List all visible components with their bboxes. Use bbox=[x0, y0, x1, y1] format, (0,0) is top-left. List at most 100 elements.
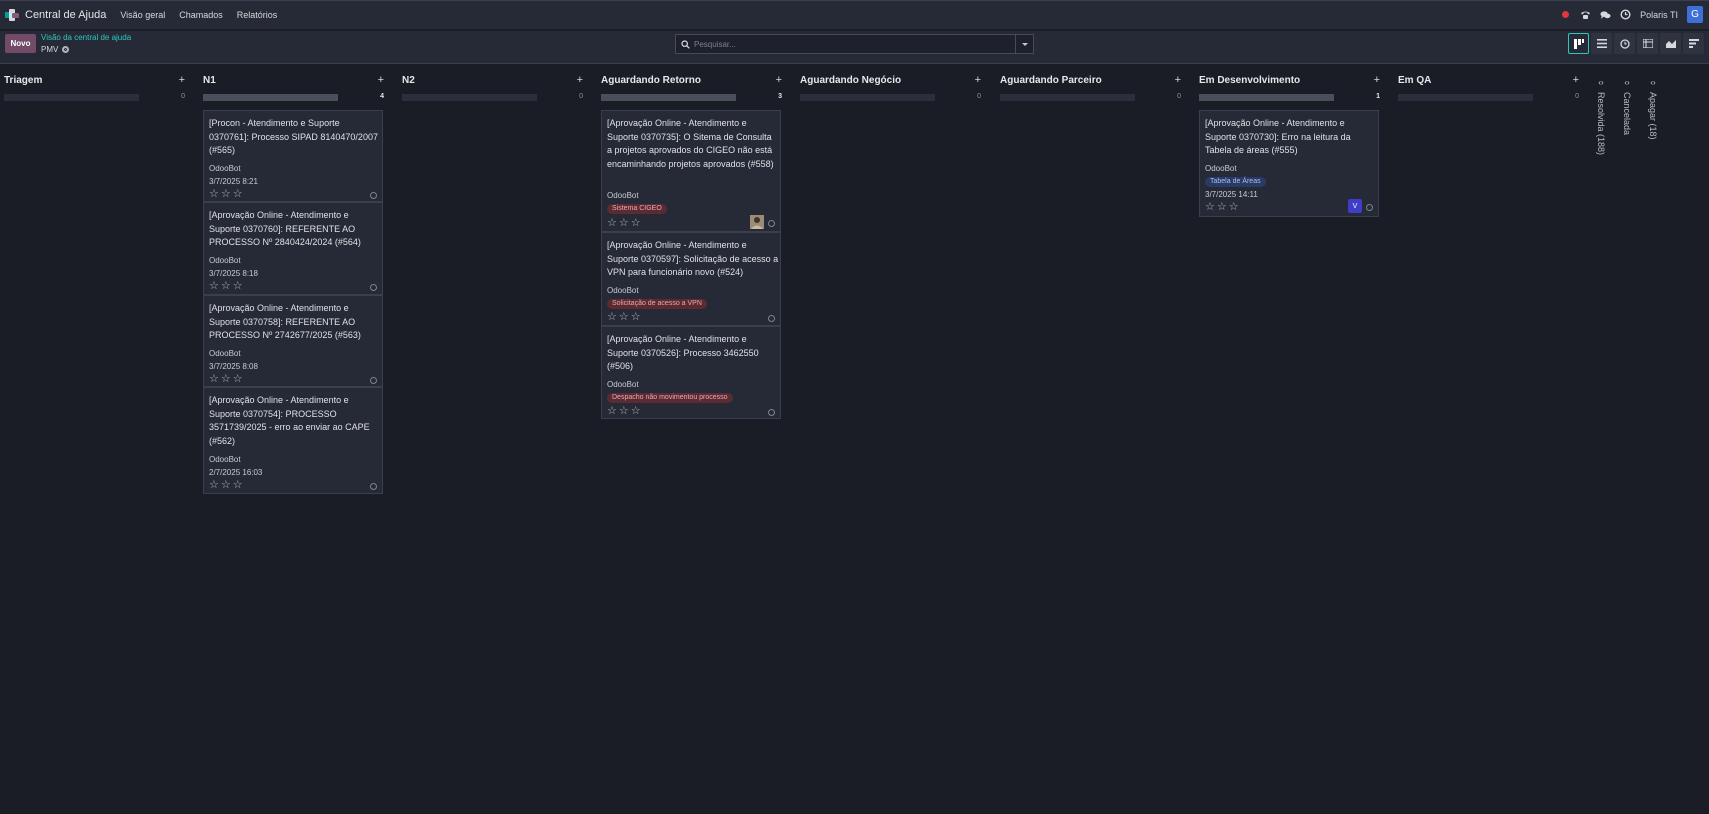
star-icon[interactable]: ☆ bbox=[209, 480, 219, 491]
ticket-card[interactable]: [Aprovação Online - Atendimento e Suport… bbox=[203, 202, 383, 295]
column-title[interactable]: Aguardando Parceiro bbox=[1000, 75, 1102, 86]
ticket-card[interactable]: [Aprovação Online - Atendimento e Suport… bbox=[601, 326, 781, 419]
status-circle-icon[interactable] bbox=[768, 409, 775, 416]
ticket-tag[interactable]: Solicitação de acesso a VPN bbox=[607, 299, 707, 309]
breadcrumb-parent[interactable]: Visão da central de ajuda bbox=[41, 33, 131, 42]
menu-visao-geral[interactable]: Visão geral bbox=[120, 10, 165, 20]
column-title[interactable]: Aguardando Negócio bbox=[800, 75, 901, 86]
folded-column-resolvida[interactable]: ‹› Resolvida (188) bbox=[1591, 78, 1611, 155]
ticket-card[interactable]: [Aprovação Online - Atendimento e Suport… bbox=[1199, 110, 1379, 217]
priority-stars[interactable]: ☆ ☆ ☆ bbox=[607, 218, 641, 229]
expand-arrows-icon[interactable]: ‹› bbox=[1591, 78, 1611, 87]
star-icon[interactable]: ☆ bbox=[233, 374, 243, 385]
star-icon[interactable]: ☆ bbox=[631, 218, 641, 229]
search-options-toggle[interactable] bbox=[1015, 35, 1033, 53]
column-progress-bar[interactable] bbox=[800, 94, 935, 101]
user-avatar[interactable]: G bbox=[1687, 6, 1703, 23]
assignee-avatar[interactable]: V bbox=[1348, 199, 1362, 213]
menu-chamados[interactable]: Chamados bbox=[179, 10, 223, 20]
priority-stars[interactable]: ☆ ☆ ☆ bbox=[1205, 202, 1239, 213]
ticket-tag[interactable]: Tabela de Áreas bbox=[1205, 177, 1266, 187]
status-circle-icon[interactable] bbox=[370, 483, 377, 490]
star-icon[interactable]: ☆ bbox=[619, 312, 629, 323]
add-card-button[interactable]: + bbox=[1175, 74, 1181, 86]
star-icon[interactable]: ☆ bbox=[619, 406, 629, 417]
ticket-tag[interactable]: Sistema CIGEO bbox=[607, 204, 667, 214]
star-icon[interactable]: ☆ bbox=[233, 189, 243, 200]
status-circle-icon[interactable] bbox=[1366, 204, 1373, 211]
star-icon[interactable]: ☆ bbox=[209, 189, 219, 200]
star-icon[interactable]: ☆ bbox=[221, 189, 231, 200]
menu-relatorios[interactable]: Relatórios bbox=[237, 10, 278, 20]
app-title[interactable]: Central de Ajuda bbox=[25, 9, 106, 21]
column-title[interactable]: Aguardando Retorno bbox=[601, 75, 701, 86]
star-icon[interactable]: ☆ bbox=[209, 374, 219, 385]
list-view-button[interactable] bbox=[1591, 33, 1612, 54]
star-icon[interactable]: ☆ bbox=[233, 281, 243, 292]
star-icon[interactable]: ☆ bbox=[607, 218, 617, 229]
expand-arrows-icon[interactable]: ‹› bbox=[1617, 78, 1637, 87]
helpdesk-app-icon[interactable] bbox=[5, 8, 19, 21]
graph-view-button[interactable] bbox=[1660, 33, 1681, 54]
ticket-card[interactable]: [Aprovação Online - Atendimento e Suport… bbox=[203, 295, 383, 387]
star-icon[interactable]: ☆ bbox=[221, 374, 231, 385]
star-icon[interactable]: ☆ bbox=[631, 312, 641, 323]
gear-icon[interactable] bbox=[62, 46, 70, 53]
star-icon[interactable]: ☆ bbox=[209, 281, 219, 292]
clock-icon[interactable] bbox=[1620, 9, 1631, 20]
star-icon[interactable]: ☆ bbox=[221, 480, 231, 491]
column-title[interactable]: Triagem bbox=[4, 75, 42, 86]
column-progress-bar[interactable] bbox=[402, 94, 537, 101]
star-icon[interactable]: ☆ bbox=[233, 480, 243, 491]
column-title[interactable]: Em QA bbox=[1398, 75, 1431, 86]
star-icon[interactable]: ☆ bbox=[607, 312, 617, 323]
star-icon[interactable]: ☆ bbox=[1205, 202, 1215, 213]
priority-stars[interactable]: ☆ ☆ ☆ bbox=[209, 374, 243, 385]
status-circle-icon[interactable] bbox=[768, 315, 775, 322]
activity-view-button[interactable] bbox=[1614, 33, 1635, 54]
add-card-button[interactable]: + bbox=[577, 74, 583, 86]
add-card-button[interactable]: + bbox=[378, 74, 384, 86]
chat-icon[interactable] bbox=[1600, 9, 1611, 20]
assignee-avatar[interactable] bbox=[750, 215, 764, 229]
folded-column-cancelada[interactable]: ‹› Cancelada bbox=[1617, 78, 1637, 135]
cohort-view-button[interactable] bbox=[1683, 33, 1704, 54]
status-circle-icon[interactable] bbox=[370, 192, 377, 199]
star-icon[interactable]: ☆ bbox=[1229, 202, 1239, 213]
star-icon[interactable]: ☆ bbox=[1217, 202, 1227, 213]
ticket-tag[interactable]: Despacho não movimentou processo bbox=[607, 393, 733, 403]
status-circle-icon[interactable] bbox=[768, 220, 775, 227]
new-button[interactable]: Novo bbox=[5, 34, 36, 53]
priority-stars[interactable]: ☆ ☆ ☆ bbox=[607, 312, 641, 323]
pivot-view-button[interactable] bbox=[1637, 33, 1658, 54]
star-icon[interactable]: ☆ bbox=[607, 406, 617, 417]
column-progress-bar[interactable] bbox=[4, 94, 139, 101]
star-icon[interactable]: ☆ bbox=[221, 281, 231, 292]
ticket-card[interactable]: [Procon - Atendimento e Suporte 0370761]… bbox=[203, 110, 383, 202]
add-card-button[interactable]: + bbox=[1573, 74, 1579, 86]
column-progress-bar[interactable] bbox=[1000, 94, 1135, 101]
priority-stars[interactable]: ☆ ☆ ☆ bbox=[209, 480, 243, 491]
folded-column-apagar[interactable]: ‹› Apagar (18) bbox=[1643, 78, 1663, 140]
column-progress-bar[interactable] bbox=[601, 94, 736, 101]
priority-stars[interactable]: ☆ ☆ ☆ bbox=[607, 406, 641, 417]
ticket-card[interactable]: [Aprovação Online - Atendimento e Suport… bbox=[601, 110, 781, 232]
column-progress-bar[interactable] bbox=[1199, 94, 1334, 101]
phone-icon[interactable] bbox=[1580, 9, 1591, 20]
kanban-view-button[interactable] bbox=[1568, 33, 1589, 54]
column-title[interactable]: N2 bbox=[402, 75, 415, 86]
add-card-button[interactable]: + bbox=[1374, 74, 1380, 86]
search-input[interactable] bbox=[694, 35, 1015, 53]
star-icon[interactable]: ☆ bbox=[619, 218, 629, 229]
company-name[interactable]: Polaris TI bbox=[1640, 10, 1678, 20]
star-icon[interactable]: ☆ bbox=[631, 406, 641, 417]
status-circle-icon[interactable] bbox=[370, 377, 377, 384]
column-progress-bar[interactable] bbox=[203, 94, 338, 101]
column-title[interactable]: Em Desenvolvimento bbox=[1199, 75, 1300, 86]
status-circle-icon[interactable] bbox=[370, 284, 377, 291]
priority-stars[interactable]: ☆ ☆ ☆ bbox=[209, 189, 243, 200]
ticket-card[interactable]: [Aprovação Online - Atendimento e Suport… bbox=[203, 387, 383, 494]
add-card-button[interactable]: + bbox=[975, 74, 981, 86]
priority-stars[interactable]: ☆ ☆ ☆ bbox=[209, 281, 243, 292]
column-progress-bar[interactable] bbox=[1398, 94, 1533, 101]
